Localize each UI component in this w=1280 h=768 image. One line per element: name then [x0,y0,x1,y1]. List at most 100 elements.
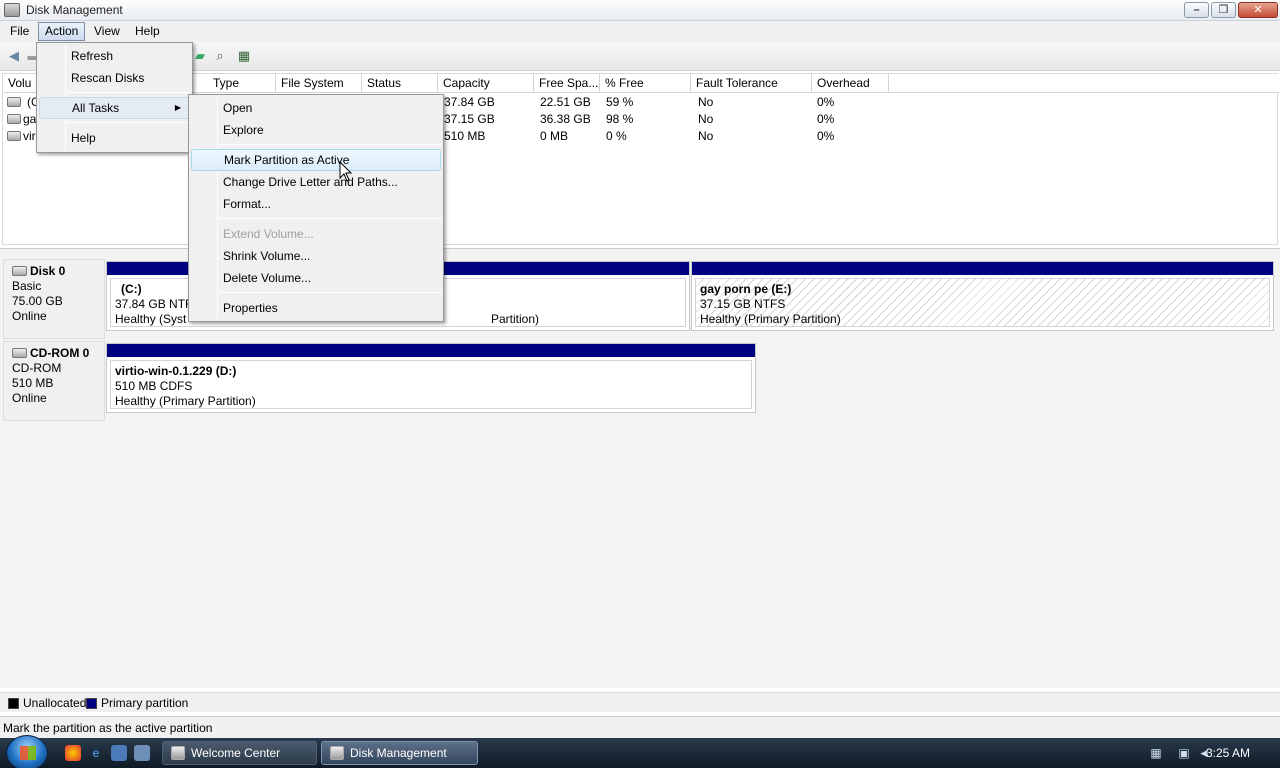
menu-item-properties[interactable]: Properties [191,297,441,319]
column-capacity[interactable]: Capacity [438,74,534,93]
magnify-icon[interactable]: ⌕ [212,48,228,64]
menu-item-rescan-disks[interactable]: Rescan Disks [39,67,190,89]
close-icon: ✕ [1253,4,1263,16]
column-volume[interactable]: Volu [3,74,39,93]
disk-size: 75.00 GB [12,294,63,308]
show-desktop-icon[interactable] [111,745,127,761]
column-status[interactable]: Status [362,74,438,93]
partition-title: virtio-win-0.1.229 (D:) [115,364,237,378]
windows-logo-icon [20,746,36,760]
partition-bar [107,344,755,357]
minimize-icon: – [1193,4,1200,16]
submenu-arrow-icon: ▶ [174,103,181,112]
partition-title: gay porn pe (E:) [700,282,792,296]
column-type[interactable]: Type [208,74,276,93]
start-button[interactable] [6,735,48,768]
cell-percent-free: 98 % [606,112,634,126]
menu-item-change-drive-letter[interactable]: Change Drive Letter and Paths... [191,171,441,193]
welcome-center-icon [171,746,185,760]
menu-item-extend-volume: Extend Volume... [223,227,314,241]
minimize-button[interactable]: – [1184,2,1209,18]
column-file-system[interactable]: File System [276,74,362,93]
menu-action[interactable]: Action [38,22,86,41]
disk-icon [12,266,27,276]
cdrom-0-name: CD-ROM 0 [12,346,104,361]
status-bar: Mark the partition as the active partiti… [0,716,1280,738]
menu-item-shrink-volume[interactable]: Shrink Volume... [191,245,441,267]
folder-open-icon[interactable]: ▰ [192,48,208,64]
menu-separator [219,292,441,293]
partition-size: 510 MB CDFS [115,379,193,393]
partition-e[interactable]: gay porn pe (E:) 37.15 GB NTFS Healthy (… [691,261,1274,331]
legend: Unallocated Primary partition [0,692,1280,712]
maximize-button[interactable]: ❐ [1211,2,1236,18]
cell-fault-tolerance: No [698,112,714,126]
close-button[interactable]: ✕ [1238,2,1278,18]
disk-status: Online [12,391,47,405]
window-controls: – ❐ ✕ [1184,2,1278,18]
disk-0-label[interactable]: Disk 0 Basic 75.00 GB Online [3,259,105,339]
cell-free-space: 22.51 GB [540,95,591,109]
cell-free-space: 0 MB [540,129,569,143]
disk-name-text: CD-ROM 0 [30,346,90,360]
task-disk-management[interactable]: Disk Management [321,741,478,765]
network-status-icon[interactable]: ▦ [1148,745,1164,761]
title-bar: Disk Management – ❐ ✕ [0,0,1280,21]
cd-icon [12,348,27,358]
menu-item-mark-partition-active[interactable]: Mark Partition as Active [191,149,441,171]
task-label: Disk Management [350,746,447,760]
menu-item-refresh[interactable]: Refresh [39,45,190,67]
cell-fault-tolerance: No [698,95,714,109]
menu-item-open[interactable]: Open [191,97,441,119]
internet-explorer-icon[interactable]: e [88,745,104,761]
menu-view[interactable]: View [88,22,126,41]
menu-separator [219,218,441,219]
clock[interactable]: 3:25 AM [1206,746,1250,760]
disk-management-icon [4,3,20,17]
partition-d[interactable]: virtio-win-0.1.229 (D:) 510 MB CDFS Heal… [106,343,756,413]
disk-size: 510 MB [12,376,54,390]
menu-file[interactable]: File [4,22,35,41]
menu-separator [67,122,190,123]
all-tasks-submenu: Open Explore Mark Partition as Active Ch… [188,94,444,322]
chrome-icon[interactable] [65,745,81,761]
menu-help[interactable]: Help [129,22,166,41]
task-welcome-center[interactable]: Welcome Center [162,741,317,765]
disk-0-name: Disk 0 [12,264,104,279]
column-percent-free[interactable]: % Free [600,74,691,93]
properties-icon[interactable]: ▦ [236,48,252,64]
column-overhead[interactable]: Overhead [812,74,889,93]
cell-capacity: 510 MB [444,129,486,143]
switch-windows-icon[interactable] [134,745,150,761]
disk-name-text: Disk 0 [30,264,66,278]
partition-health-tail: Partition) [491,312,540,326]
cdrom-0-label[interactable]: CD-ROM 0 CD-ROM 510 MB Online [3,341,105,421]
legend-unallocated: Unallocated [23,696,87,710]
cell-free-space: 36.38 GB [540,112,591,126]
back-arrow-icon[interactable]: ◀ [6,48,22,64]
cell-percent-free: 59 % [606,95,634,109]
disk-status: Online [12,309,47,323]
partition-d-info: virtio-win-0.1.229 (D:) 510 MB CDFS Heal… [110,360,752,409]
cell-capacity: 37.84 GB [444,95,495,109]
menu-item-all-tasks[interactable]: All Tasks ▶ [39,97,190,119]
network-icon[interactable]: ▣ [1176,745,1192,761]
partition-health: Healthy (Primary Partition) [115,394,256,408]
menu-item-help[interactable]: Help [39,127,190,149]
column-fault-tolerance[interactable]: Fault Tolerance [691,74,812,93]
restore-icon: ❐ [1218,4,1229,16]
column-free-space[interactable]: Free Spa... [534,74,600,93]
menu-bar: File Action View Help [0,21,1280,42]
legend-primary: Primary partition [101,696,189,710]
menu-item-explore[interactable]: Explore [191,119,441,141]
menu-item-delete-volume[interactable]: Delete Volume... [191,267,441,289]
unallocated-swatch [8,698,19,709]
cell-fault-tolerance: No [698,129,714,143]
cell-percent-free: 0 % [606,129,627,143]
disk-type: Basic [12,279,42,293]
menu-separator [219,144,441,145]
disk-management-icon [330,746,344,760]
window-title: Disk Management [26,3,123,17]
menu-item-format[interactable]: Format... [191,193,441,215]
status-text: Mark the partition as the active partiti… [3,721,213,735]
